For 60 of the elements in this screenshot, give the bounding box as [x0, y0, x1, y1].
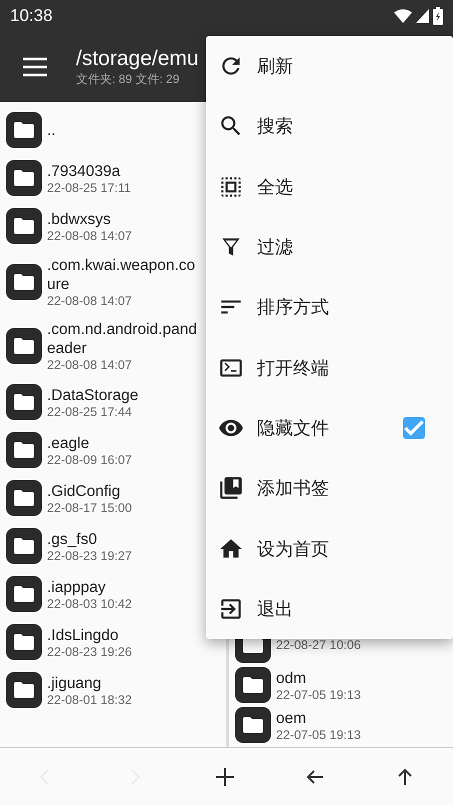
file-name: .DataStorage — [47, 386, 138, 404]
menu-item[interactable]: 退出 — [206, 578, 453, 639]
modified-date: 22-08-09 16:07 — [47, 452, 132, 466]
menu-item[interactable]: 搜索 — [206, 96, 453, 157]
file-name: oem — [276, 708, 308, 728]
menu-item[interactable]: 设为首页 — [206, 518, 453, 579]
file-name: .bdwxsys — [47, 210, 112, 228]
modified-date: 22-08-25 17:44 — [47, 404, 133, 418]
folder-icon — [235, 707, 271, 743]
folder-icon — [6, 624, 42, 660]
folder-icon — [6, 672, 42, 708]
folder-icon — [6, 384, 42, 420]
checkbox[interactable] — [403, 416, 425, 439]
modified-date: 22-08-08 14:07 — [47, 294, 133, 308]
menu-item[interactable]: 打开终端 — [206, 337, 453, 398]
file-name: .gs_fs0 — [47, 530, 98, 548]
folder-icon — [6, 208, 42, 244]
folder-icon — [6, 576, 42, 612]
file-name: .IdsLingdo — [47, 626, 120, 644]
file-name: .com.nd.android.pand eader — [47, 320, 197, 358]
path-title: /storage/emu — [76, 46, 199, 70]
battery-icon — [433, 7, 443, 25]
modified-date: 22-08-03 10:42 — [47, 596, 132, 610]
modified-date: 22-08-27 10:06 — [276, 638, 361, 652]
folder-icon — [6, 432, 42, 468]
folder-icon — [6, 328, 42, 364]
menu-item[interactable]: 刷新 — [206, 36, 453, 96]
file-name: .com.kwai.weapon.co ure — [47, 256, 196, 294]
folder-icon — [6, 112, 42, 148]
file-name: .GidConfig — [47, 482, 122, 500]
menu-item[interactable]: 添加书签 — [206, 458, 453, 518]
wifi-icon — [394, 9, 412, 23]
modified-date: 22-08-23 19:26 — [47, 644, 132, 658]
modified-date: 22-08-08 14:07 — [47, 358, 133, 372]
folder-icon — [235, 667, 271, 703]
folder-icon — [6, 160, 42, 196]
modified-date: 22-08-25 17:11 — [47, 180, 131, 194]
folder-icon — [6, 480, 42, 516]
modified-date: 22-08-17 15:00 — [47, 500, 132, 514]
file-name: .iapppay — [47, 578, 107, 596]
modified-date: 22-08-23 19:27 — [47, 548, 132, 562]
modified-date: 22-08-01 18:32 — [47, 692, 132, 706]
signal-icon — [416, 9, 429, 23]
modified-date: 22-07-05 19:13 — [276, 688, 361, 702]
folder-file-count: 文件夹: 89 文件: 29 — [76, 70, 180, 88]
folder-icon — [6, 528, 42, 564]
menu-item[interactable]: 排序方式 — [206, 277, 453, 338]
menu-item[interactable]: 全选 — [206, 156, 453, 217]
file-name: .7934039a — [47, 162, 122, 180]
modified-date: 22-07-05 19:13 — [276, 728, 361, 742]
status-time: 10:38 — [10, 6, 53, 26]
file-name: odm — [276, 668, 308, 688]
file-name: .eagle — [47, 434, 90, 452]
file-name: .jiguang — [47, 674, 102, 692]
modified-date: 22-08-08 14:07 — [47, 228, 132, 242]
bookmarks-icon — [218, 475, 244, 502]
menu-item[interactable]: 隐藏文件 — [206, 398, 453, 458]
folder-icon — [6, 264, 42, 300]
file-name: .. — [47, 120, 56, 140]
menu-item[interactable]: 过滤 — [206, 216, 453, 278]
